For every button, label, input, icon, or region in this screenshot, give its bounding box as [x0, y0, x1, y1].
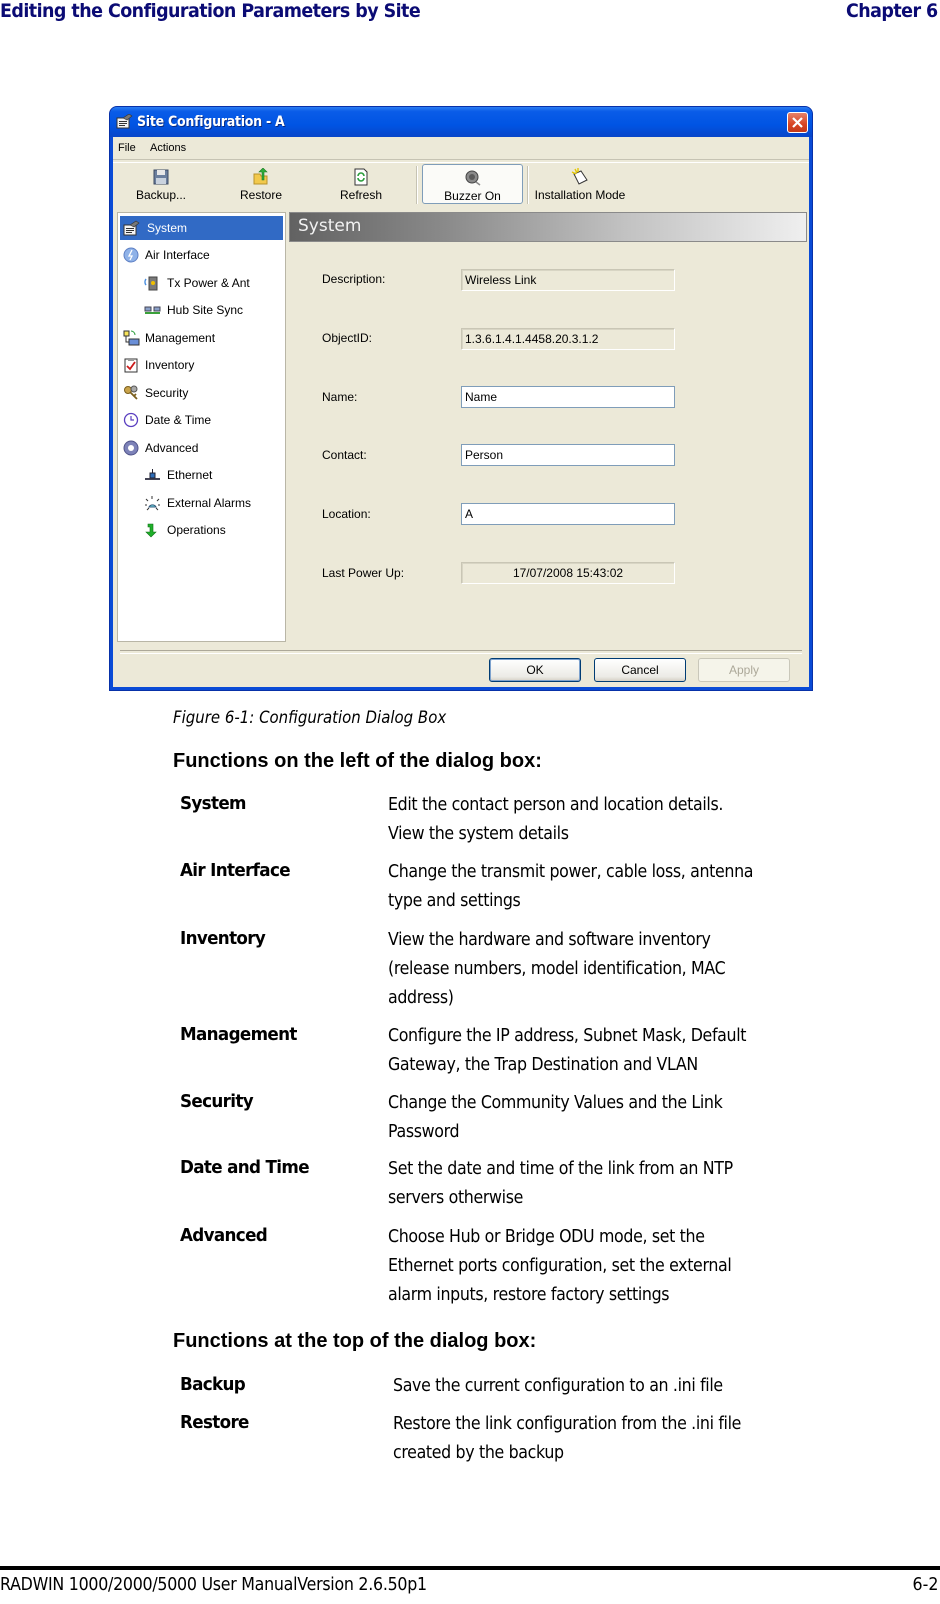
- gear-icon: [123, 440, 139, 456]
- name-input[interactable]: Name: [461, 386, 675, 408]
- alarm-light-icon: [145, 496, 160, 511]
- refresh-button[interactable]: Refresh: [331, 164, 391, 204]
- term-advanced: Advanced: [180, 1225, 268, 1246]
- figure-caption: Figure 6-1: Configuration Dialog Box: [173, 708, 447, 728]
- sync-icon: [144, 306, 161, 314]
- speaker-icon: [465, 170, 480, 186]
- close-icon: [792, 117, 803, 128]
- page-header-title: Editing the Configuration Parameters by …: [0, 0, 421, 22]
- tree-item-system[interactable]: System: [120, 216, 283, 240]
- last-power-up-label: Last Power Up:: [322, 566, 405, 580]
- desc-management: Configure the IP address, Subnet Mask, D…: [388, 1025, 747, 1075]
- green-arrow-down-icon: [145, 523, 157, 538]
- system-icon: [116, 114, 133, 129]
- top-functions-heading: Functions at the top of the dialog box:: [173, 1330, 537, 1352]
- navigation-tree: System Air Interface Tx Power & Ant Hub …: [117, 212, 286, 642]
- location-input[interactable]: A: [461, 503, 675, 525]
- network-management-icon: [123, 330, 140, 346]
- toolbar-separator: [527, 166, 529, 204]
- clipboard-check-icon: [124, 358, 138, 373]
- keys-icon: [124, 385, 138, 400]
- term-system: System: [180, 793, 246, 814]
- toolbar-separator: [416, 166, 418, 204]
- last-power-up-field: 17/07/2008 15:43:02: [461, 562, 675, 584]
- installation-mode-button[interactable]: Installation Mode: [531, 164, 629, 204]
- location-label: Location:: [322, 507, 371, 521]
- page-header-chapter: Chapter 6: [846, 0, 938, 22]
- desc-date-and-time: Set the date and time of the link from a…: [388, 1158, 733, 1208]
- objectid-label: ObjectID:: [322, 331, 373, 345]
- term-restore: Restore: [180, 1412, 249, 1433]
- globe-icon: [123, 247, 139, 263]
- desc-backup: Save the current configuration to an .in…: [393, 1375, 723, 1396]
- dialog-titlebar[interactable]: Site Configuration - A: [110, 107, 812, 137]
- toolbar: Backup... Restore Refresh Buzzer On Inst…: [113, 162, 809, 208]
- menu-bar: File Actions: [113, 137, 809, 159]
- restore-button[interactable]: Restore: [231, 164, 291, 204]
- clock-icon: [123, 412, 139, 428]
- dialog-client-area: File Actions Backup... Restore Refresh B…: [113, 137, 809, 687]
- dialog-title: Site Configuration - A: [137, 114, 285, 130]
- pane-title: System: [298, 216, 362, 236]
- objectid-field: 1.3.6.1.4.1.4458.20.3.1.2: [461, 328, 675, 350]
- term-inventory: Inventory: [180, 928, 266, 949]
- footer-rule: [0, 1566, 940, 1570]
- floppy-disk-icon: [153, 169, 169, 185]
- ethernet-icon: [145, 469, 160, 480]
- buzzer-on-button[interactable]: Buzzer On: [422, 164, 523, 204]
- site-configuration-dialog: Site Configuration - A File Actions Back…: [110, 107, 812, 690]
- description-field: Wireless Link: [461, 269, 675, 291]
- desc-restore: Restore the link configuration from the …: [393, 1413, 742, 1463]
- footer-page-number: 6-2: [912, 1574, 938, 1595]
- close-button[interactable]: [787, 112, 808, 133]
- term-air-interface: Air Interface: [180, 860, 291, 881]
- term-management: Management: [180, 1024, 297, 1045]
- button-row-divider: [120, 650, 802, 654]
- description-label: Description:: [322, 272, 386, 286]
- restore-folder-icon: [253, 168, 268, 185]
- desc-inventory: View the hardware and software inventory…: [388, 929, 726, 1008]
- term-backup: Backup: [180, 1374, 246, 1395]
- system-icon: [123, 220, 140, 236]
- term-date-and-time: Date and Time: [180, 1157, 310, 1178]
- cancel-button[interactable]: Cancel: [594, 658, 686, 682]
- apply-button[interactable]: Apply: [698, 658, 790, 682]
- term-security: Security: [180, 1091, 254, 1112]
- backup-button[interactable]: Backup...: [131, 164, 191, 204]
- desc-advanced: Choose Hub or Bridge ODU mode, set the E…: [388, 1226, 732, 1305]
- desc-system: Edit the contact person and location det…: [388, 794, 724, 844]
- left-functions-heading: Functions on the left of the dialog box:: [173, 750, 542, 772]
- antenna-icon: [144, 276, 158, 291]
- installation-mode-icon: [571, 168, 588, 185]
- menu-file[interactable]: File: [118, 142, 136, 154]
- menu-actions[interactable]: Actions: [150, 142, 186, 154]
- desc-air-interface: Change the transmit power, cable loss, a…: [388, 861, 754, 911]
- contact-input[interactable]: Person: [461, 444, 675, 466]
- name-label: Name:: [322, 390, 358, 404]
- contact-label: Contact:: [322, 448, 367, 462]
- footer-manual-version: RADWIN 1000/2000/5000 User ManualVersion…: [0, 1574, 427, 1595]
- pane-header: System: [289, 212, 807, 242]
- ok-button[interactable]: OK: [489, 658, 581, 682]
- desc-security: Change the Community Values and the Link…: [388, 1092, 723, 1142]
- refresh-document-icon: [354, 168, 368, 186]
